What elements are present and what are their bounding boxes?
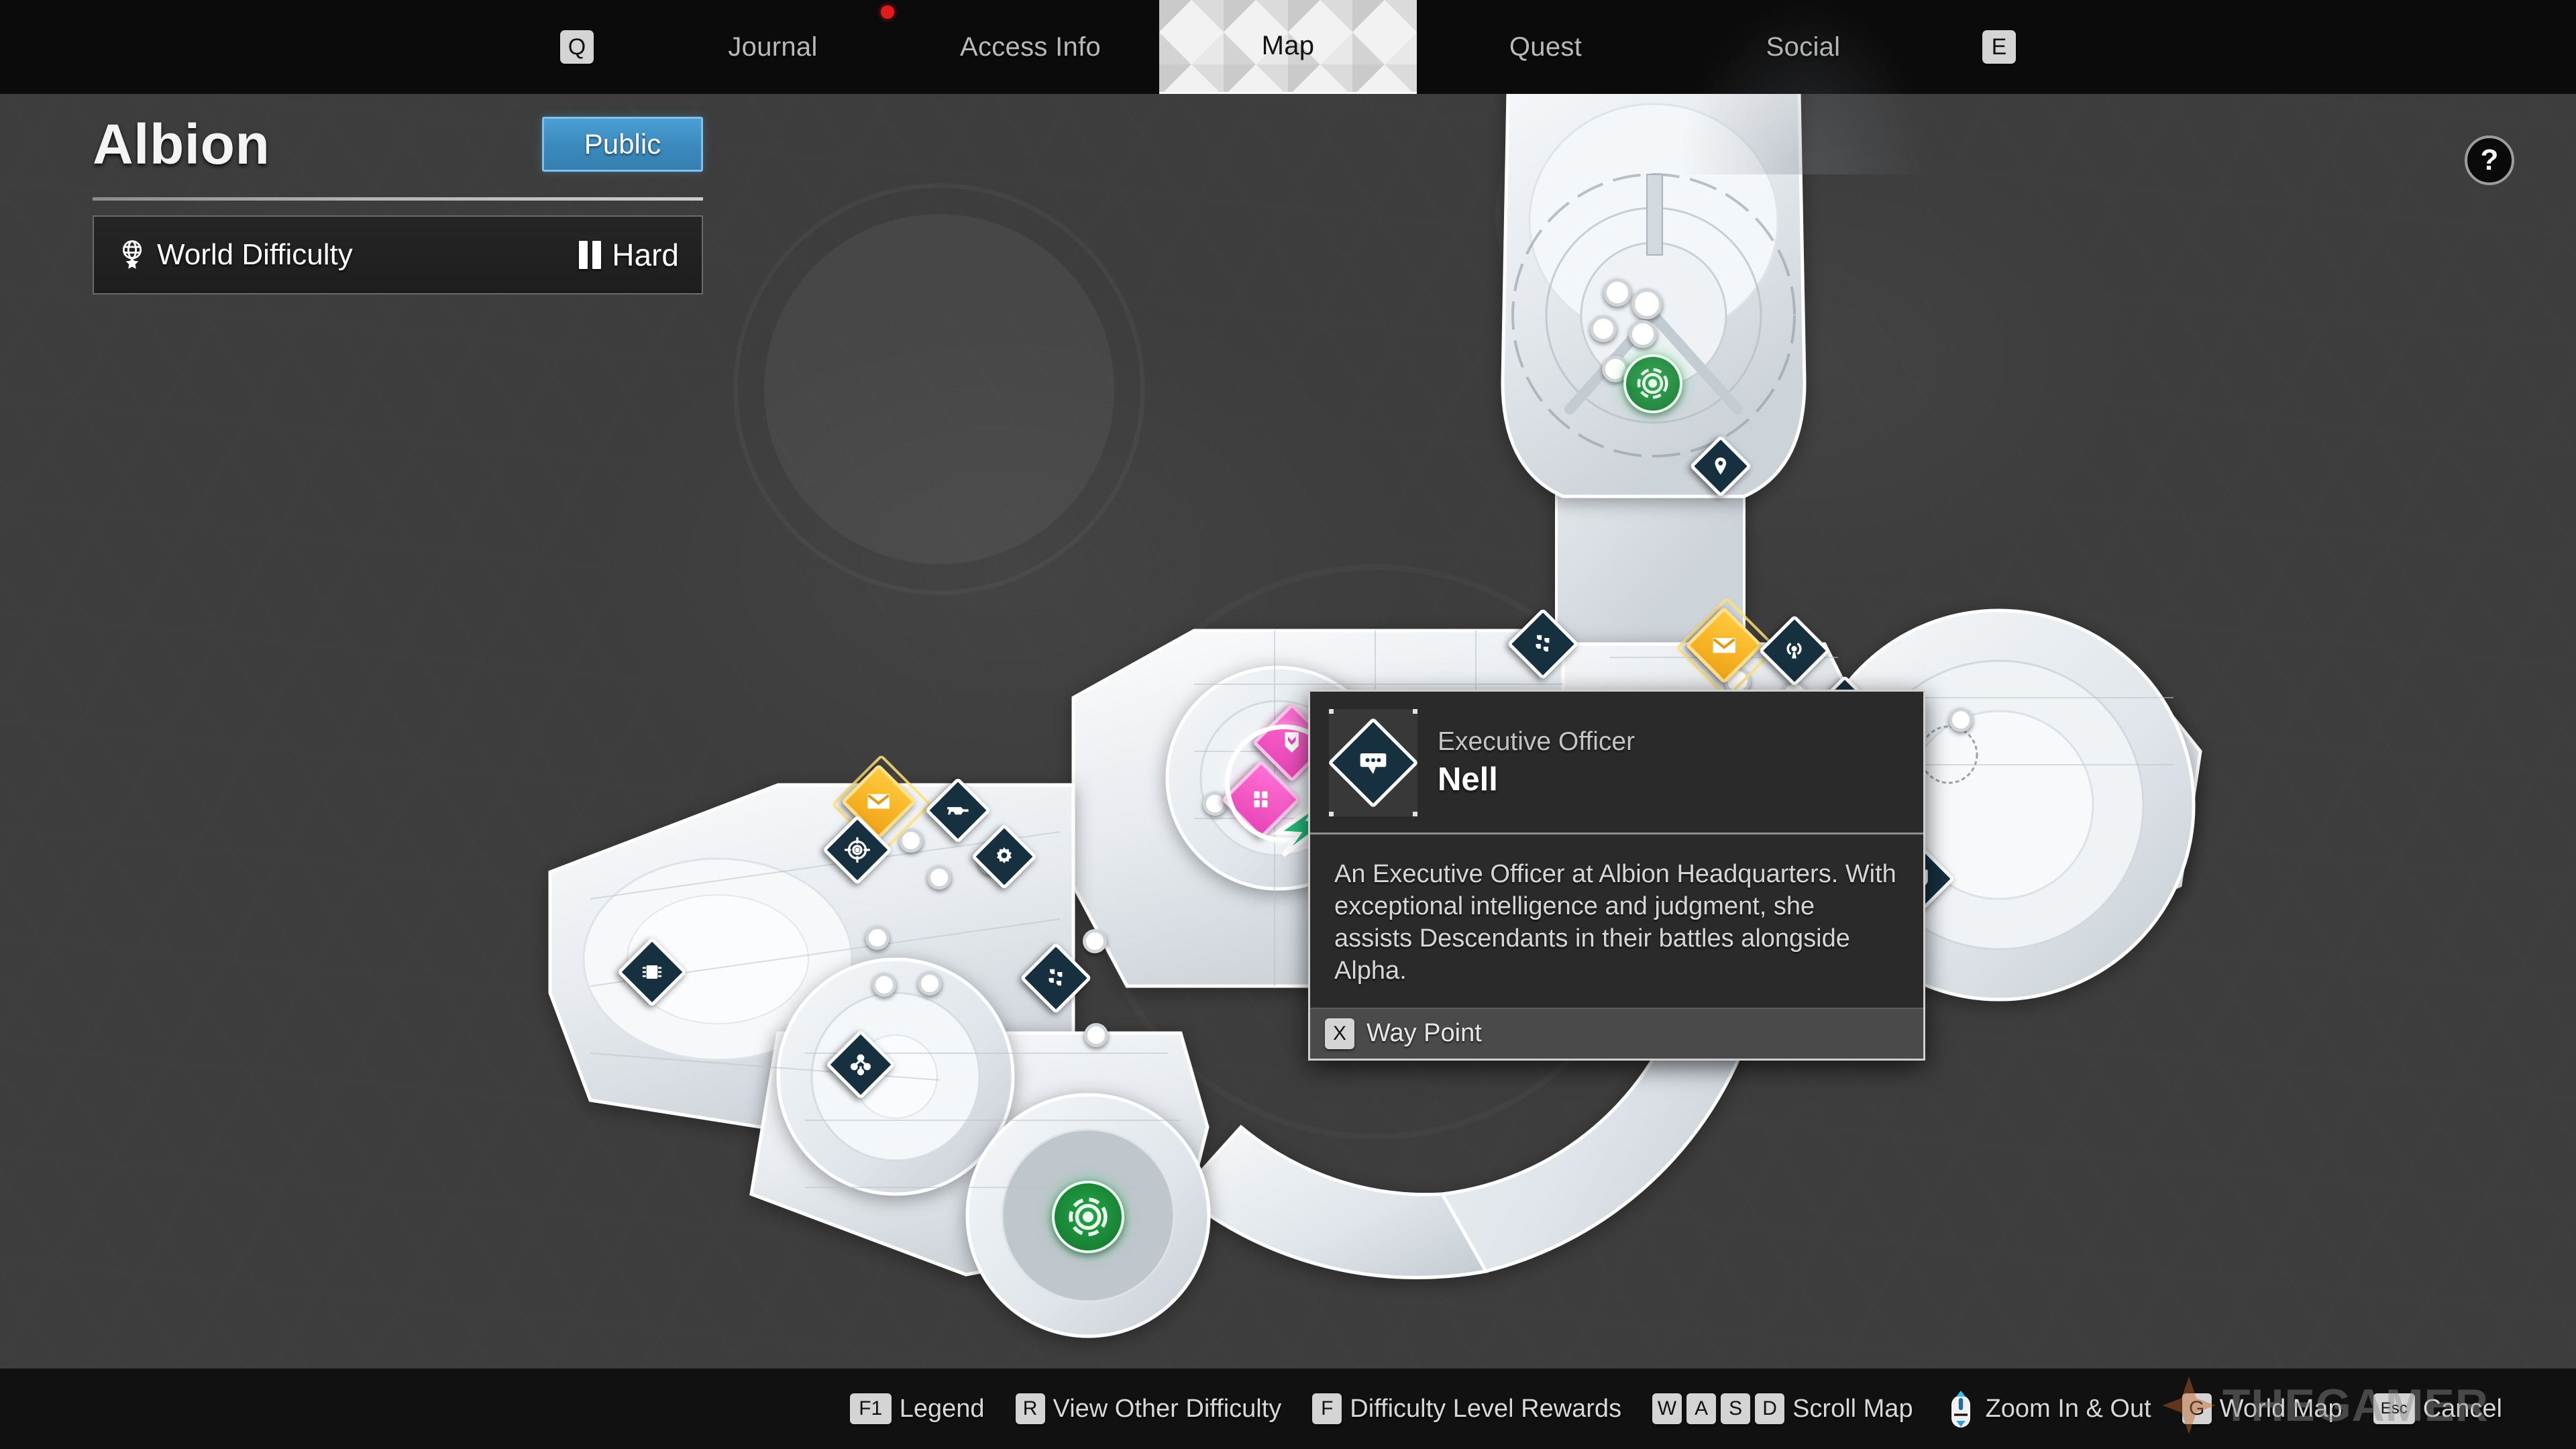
map-dot-marker[interactable] xyxy=(1084,1023,1108,1047)
tab-quest[interactable]: Quest xyxy=(1417,0,1674,94)
map-dot-marker[interactable] xyxy=(1949,708,1973,732)
marker-shape xyxy=(825,1029,896,1100)
region-header: Albion Public World Difficulty Hard xyxy=(93,107,703,294)
hint-difficulty-rewards[interactable]: F Difficulty Level Rewards xyxy=(1312,1393,1621,1424)
map-marker-mail-east[interactable] xyxy=(1684,605,1764,686)
map-dot-marker[interactable] xyxy=(865,926,890,950)
tab-access-info[interactable]: Access Info xyxy=(902,0,1159,94)
tab-journal[interactable]: Journal xyxy=(644,0,902,94)
marker-shape xyxy=(1507,608,1579,680)
top-navigation-bar: Q Journal Access Info Map Quest Social E xyxy=(0,0,2576,174)
tab-social-label: Social xyxy=(1766,32,1841,62)
difficulty-level-bars xyxy=(579,241,602,269)
tooltip-action-row[interactable]: X Way Point xyxy=(1310,1007,1923,1059)
mouse-scroll-icon xyxy=(1944,1389,1978,1429)
key-e[interactable]: E xyxy=(1982,30,2016,64)
public-badge[interactable]: Public xyxy=(542,117,703,172)
key-f1[interactable]: F1 xyxy=(849,1393,892,1424)
marker-shape xyxy=(971,823,1038,890)
map-dot-marker[interactable] xyxy=(1603,278,1631,307)
map-dot-marker[interactable] xyxy=(918,971,942,996)
world-difficulty-label: World Difficulty xyxy=(157,238,353,271)
journal-notification-dot xyxy=(881,5,894,19)
key-x[interactable]: X xyxy=(1325,1018,1354,1049)
map-dot-marker[interactable] xyxy=(1590,315,1617,342)
key-g[interactable]: G xyxy=(2182,1393,2212,1424)
map-marker-modules-east[interactable] xyxy=(1507,608,1579,680)
marker-shape xyxy=(1020,942,1092,1014)
key-q[interactable]: Q xyxy=(560,30,594,64)
key-a[interactable]: A xyxy=(1686,1393,1717,1424)
dialogue-diamond-icon xyxy=(1344,734,1402,792)
map-dot-marker[interactable] xyxy=(1629,320,1657,348)
teleporter-icon xyxy=(1638,368,1668,399)
tooltip-role: Executive Officer xyxy=(1438,727,1635,756)
map-dot-marker[interactable] xyxy=(1083,929,1107,953)
hint-view-other-difficulty[interactable]: R View Other Difficulty xyxy=(1015,1393,1282,1424)
tooltip-thumbnail xyxy=(1328,709,1419,816)
hint-world-map[interactable]: G World Map xyxy=(2182,1393,2343,1424)
map-dot-marker[interactable] xyxy=(927,865,951,890)
key-s[interactable]: S xyxy=(1721,1393,1751,1424)
help-button[interactable]: ? xyxy=(2465,136,2514,185)
marker-shape xyxy=(1689,435,1752,498)
map-marker-weapon[interactable] xyxy=(924,777,991,844)
map-dot-marker[interactable] xyxy=(1631,288,1662,319)
key-d[interactable]: D xyxy=(1755,1393,1785,1424)
map-dot-marker[interactable] xyxy=(872,973,896,997)
page-title: Albion xyxy=(93,112,270,176)
hint-legend[interactable]: F1 Legend xyxy=(849,1393,985,1424)
map-marker-target[interactable] xyxy=(822,814,893,885)
waypoint-action-label: Way Point xyxy=(1366,1019,1482,1047)
map-marker-teleporter-south[interactable] xyxy=(1052,1181,1124,1253)
hint-zoom[interactable]: Zoom In & Out xyxy=(1944,1389,2151,1429)
tab-social[interactable]: Social xyxy=(1674,0,1932,94)
header-divider xyxy=(93,197,703,201)
map-marker-modules-west[interactable] xyxy=(1020,942,1092,1014)
globe-star-icon xyxy=(117,238,148,272)
key-w[interactable]: W xyxy=(1652,1393,1682,1424)
hint-zoom-label: Zoom In & Out xyxy=(1985,1394,2151,1423)
marker-shape xyxy=(822,814,893,885)
tooltip-name: Nell xyxy=(1438,761,1498,798)
hint-view-other-difficulty-label: View Other Difficulty xyxy=(1053,1394,1282,1423)
tab-access-info-label: Access Info xyxy=(959,32,1102,62)
hint-scroll-map-label: Scroll Map xyxy=(1792,1394,1913,1423)
map-marker-data-chip[interactable] xyxy=(616,936,688,1008)
marker-shape xyxy=(1758,614,1831,687)
map-marker-waypoint-pin[interactable] xyxy=(1689,435,1752,498)
tooltip-description: An Executive Officer at Albion Headquart… xyxy=(1334,860,1896,985)
tab-map[interactable]: Map xyxy=(1159,0,1417,94)
marker-info-tooltip: Executive Officer Nell An Executive Offi… xyxy=(1308,690,1925,1061)
map-marker-teleporter-north[interactable] xyxy=(1623,354,1682,413)
hint-world-map-label: World Map xyxy=(2219,1394,2343,1423)
tab-journal-label: Journal xyxy=(728,32,818,62)
map-marker-gear[interactable] xyxy=(971,823,1038,890)
map-marker-broadcast[interactable] xyxy=(1758,614,1831,687)
key-esc[interactable]: Esc xyxy=(2373,1393,2415,1424)
world-difficulty-value: Hard xyxy=(612,237,679,272)
world-difficulty-row[interactable]: World Difficulty Hard xyxy=(93,215,703,294)
key-f[interactable]: F xyxy=(1312,1393,1342,1424)
marker-shape xyxy=(616,936,688,1008)
nav-prev-key[interactable]: Q xyxy=(510,30,644,64)
nav-next-key[interactable]: E xyxy=(1932,30,2066,64)
tab-quest-label: Quest xyxy=(1509,32,1582,62)
hint-difficulty-rewards-label: Difficulty Level Rewards xyxy=(1350,1394,1622,1423)
marker-shape xyxy=(1685,606,1763,684)
bottom-hint-bar: F1 Legend R View Other Difficulty F Diff… xyxy=(0,1368,2576,1449)
hint-cancel-label: Cancel xyxy=(2422,1394,2502,1423)
map-marker-research-node-west[interactable] xyxy=(825,1029,896,1100)
hint-scroll-map[interactable]: W A S D Scroll Map xyxy=(1652,1393,1913,1424)
map-screen: Q Journal Access Info Map Quest Social E xyxy=(0,0,2576,1449)
hint-cancel[interactable]: Esc Cancel xyxy=(2373,1393,2502,1424)
wasd-key-group[interactable]: W A S D xyxy=(1652,1393,1785,1424)
key-r[interactable]: R xyxy=(1015,1393,1045,1424)
hint-legend-label: Legend xyxy=(899,1394,985,1423)
teleporter-icon xyxy=(1069,1197,1108,1236)
tab-map-label: Map xyxy=(1261,31,1315,60)
